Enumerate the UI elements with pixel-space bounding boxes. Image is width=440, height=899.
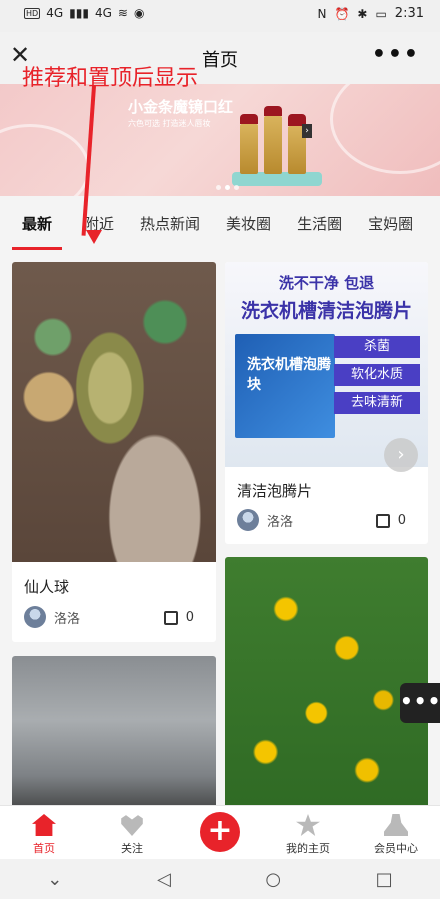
lipstick-tip: [240, 114, 258, 124]
promo-banner[interactable]: 小金条魔镜口红 六色可选 打造迷人唇妆 ›: [0, 84, 440, 196]
battery-icon: ▭: [375, 6, 387, 21]
floating-more-button[interactable]: •••: [400, 683, 440, 723]
like-count: 0: [397, 513, 406, 528]
tabbar-my-page[interactable]: 我的主页: [264, 806, 352, 859]
author-name: 洛洛: [267, 514, 294, 530]
wifi-icon: ≋: [117, 6, 128, 20]
tab-hot-news[interactable]: 热点新闻: [130, 213, 210, 234]
lipstick-tip: [264, 106, 282, 116]
avatar: [237, 509, 259, 531]
banner-subtitle: 六色可选 打造迷人唇妆: [128, 119, 211, 128]
thumbs-up-icon: [375, 513, 390, 528]
like-button[interactable]: 0: [375, 513, 406, 528]
tabbar-label: 会员中心: [374, 842, 418, 855]
tab-beauty[interactable]: 美妆圈: [216, 213, 281, 234]
tab-life[interactable]: 生活圈: [287, 213, 352, 234]
product-box-image: 洗衣机槽泡腾块: [235, 334, 335, 438]
bluetooth-icon: ✱: [357, 6, 368, 21]
lipstick-image: [240, 124, 258, 174]
recents-icon[interactable]: □: [376, 869, 393, 890]
like-count: 0: [185, 610, 194, 625]
ad-title: 洗衣机槽清洁泡腾片: [240, 300, 412, 322]
post-card[interactable]: 仙人球 洛洛 0: [12, 262, 216, 642]
star-icon: [296, 814, 320, 836]
post-author[interactable]: 洛洛: [237, 509, 293, 531]
status-right: N ⏰ ✱ ▭ 2:31: [317, 6, 424, 21]
lipstick-image: [264, 116, 282, 174]
heart-icon: [121, 815, 143, 836]
home-icon: [32, 814, 56, 836]
like-button[interactable]: 0: [163, 610, 194, 625]
page: HD 4G ▮▮▮ 4G ≋ ◉ N ⏰ ✱ ▭ 2:31 ✕ 首页 ••• 小…: [0, 0, 440, 899]
author-name: 洛洛: [54, 611, 81, 627]
status-left: HD 4G ▮▮▮ 4G ≋ ◉: [24, 6, 144, 20]
chevron-right-icon[interactable]: ›: [384, 438, 418, 472]
user-icon: [384, 814, 408, 836]
post-image: [225, 557, 428, 817]
tabbar-home[interactable]: 首页: [0, 806, 88, 859]
signal-left: 4G: [46, 6, 64, 20]
pedestal-shape: [232, 172, 322, 186]
thumbs-up-icon: [163, 610, 178, 625]
status-time: 2:31: [394, 6, 424, 21]
ribbon-decoration: [0, 124, 90, 196]
avatar: [24, 606, 46, 628]
signal-right: 4G: [94, 6, 112, 20]
post-caption: 清洁泡腾片: [237, 482, 313, 500]
banner-dots: [216, 185, 239, 190]
tabbar-label: 首页: [33, 842, 55, 855]
post-image: [12, 656, 216, 816]
category-tabs: 最新 附近 热点新闻 美妆圈 生活圈 宝妈圈: [0, 196, 440, 250]
annotation-arrowhead: [86, 230, 102, 244]
chevron-down-icon[interactable]: ⌄: [47, 869, 62, 890]
tab-latest[interactable]: 最新: [12, 213, 63, 250]
home-circle-icon[interactable]: ○: [265, 869, 281, 890]
signal-bars-icon: ▮▮▮: [69, 6, 89, 20]
eye-icon: ◉: [133, 6, 145, 20]
banner-title: 小金条魔镜口红: [128, 98, 234, 116]
ribbon-decoration: [330, 84, 440, 174]
tabbar-label: 关注: [121, 842, 143, 855]
post-card[interactable]: 洗不干净 包退 洗衣机槽清洁泡腾片 洗衣机槽泡腾块 杀菌 软化水质 去味清新 ›…: [225, 262, 428, 544]
post-card[interactable]: [225, 557, 428, 817]
system-nav-bar: ⌄ ◁ ○ □: [0, 859, 440, 899]
status-bar: HD 4G ▮▮▮ 4G ≋ ◉ N ⏰ ✱ ▭ 2:31: [0, 0, 440, 32]
post-card[interactable]: [12, 656, 216, 816]
ad-headline: 洗不干净 包退: [278, 274, 375, 292]
ad-tag: 软化水质: [334, 364, 420, 386]
tabbar-follow[interactable]: 关注: [88, 806, 176, 859]
hd-badge: HD: [24, 7, 41, 19]
tab-mom[interactable]: 宝妈圈: [358, 213, 423, 234]
tabbar-label: 我的主页: [286, 842, 330, 855]
post-image: 洗不干净 包退 洗衣机槽清洁泡腾片 洗衣机槽泡腾块 杀菌 软化水质 去味清新 ›: [225, 262, 428, 472]
post-author[interactable]: 洛洛: [24, 606, 80, 628]
more-menu-button[interactable]: •••: [372, 42, 420, 67]
add-post-button[interactable]: +: [200, 812, 240, 852]
ad-tag: 杀菌: [334, 336, 420, 358]
ad-tag: 去味清新: [334, 392, 420, 414]
back-icon[interactable]: ◁: [157, 869, 171, 890]
nfc-icon: N: [317, 6, 327, 21]
post-image: [12, 262, 216, 562]
alarm-icon: ⏰: [334, 6, 350, 21]
banner-next-icon[interactable]: ›: [302, 124, 312, 138]
annotation-text: 推荐和置顶后显示: [22, 66, 199, 91]
tabbar-member-center[interactable]: 会员中心: [352, 806, 440, 859]
post-caption: 仙人球: [24, 578, 70, 596]
